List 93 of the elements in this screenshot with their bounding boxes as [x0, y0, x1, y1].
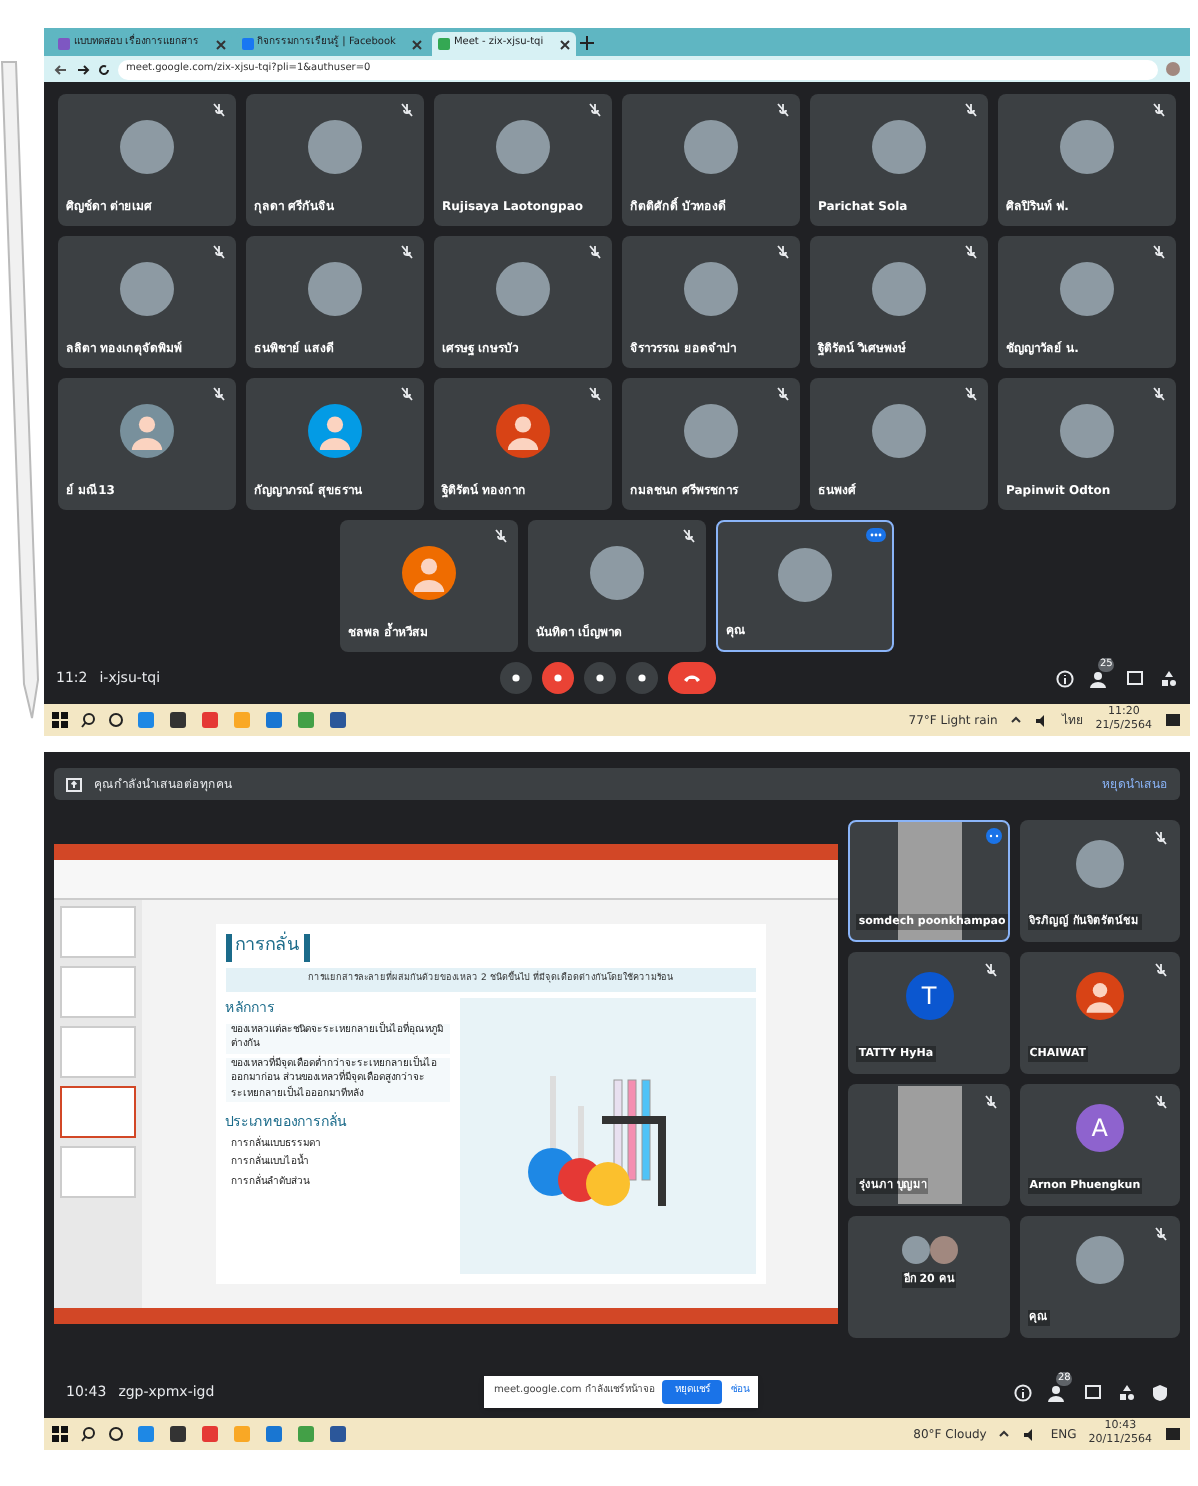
- windows-logo-icon[interactable]: [52, 1426, 68, 1442]
- slide-thumbnail[interactable]: [60, 906, 136, 958]
- profile-photo-placeholder: [120, 262, 174, 316]
- search-icon[interactable]: [80, 1426, 96, 1442]
- muted-mic-icon: [964, 244, 978, 260]
- profile-photo-placeholder: [872, 120, 926, 174]
- shapes-icon[interactable]: [1118, 1383, 1136, 1401]
- muted-mic-icon: [400, 102, 414, 118]
- muted-mic-icon: [494, 528, 508, 544]
- muted-mic-icon: [964, 386, 978, 402]
- profile-photo-placeholder: [872, 404, 926, 458]
- muted-mic-icon: [1154, 1226, 1168, 1242]
- phone-icon: [682, 672, 703, 684]
- back-arrow-icon[interactable]: [54, 63, 68, 75]
- notification-icon[interactable]: [1164, 711, 1182, 729]
- muted-mic-icon: [964, 102, 978, 118]
- notification-icon[interactable]: [1164, 1425, 1182, 1443]
- present-button[interactable]: [584, 662, 617, 694]
- profile-photo-placeholder: [872, 262, 926, 316]
- profile-photo-placeholder: [1060, 262, 1114, 316]
- muted-mic-icon: [212, 244, 226, 260]
- profile-photo-placeholder: [496, 120, 550, 174]
- tab-favicon: [58, 38, 70, 50]
- slide-thumbnail[interactable]: [60, 1146, 136, 1198]
- profile-photo-placeholder: [901, 1236, 930, 1264]
- profile-photo-placeholder: [308, 120, 362, 174]
- leave-call-button[interactable]: [668, 662, 717, 694]
- profile-photo-placeholder: [1075, 1236, 1124, 1284]
- people-icon[interactable]: [1048, 1383, 1068, 1401]
- muted-mic-icon: [776, 102, 790, 118]
- muted-mic-icon: [1154, 1094, 1168, 1110]
- muted-mic-icon: [212, 386, 226, 402]
- profile-photo-placeholder: [684, 120, 738, 174]
- caret-up-icon[interactable]: [998, 1428, 1011, 1440]
- muted-mic-icon: [588, 102, 602, 118]
- profile-avatar-icon[interactable]: [1166, 62, 1180, 76]
- forward-arrow-icon[interactable]: [76, 63, 90, 75]
- muted-mic-icon: [682, 528, 696, 544]
- profile-photo-placeholder: [1060, 404, 1114, 458]
- profile-photo-placeholder: [778, 548, 832, 602]
- plus-icon[interactable]: [579, 36, 594, 50]
- chat-icon[interactable]: [1126, 669, 1144, 687]
- muted-mic-icon: [1152, 386, 1166, 402]
- slide-thumbnail[interactable]: [60, 1086, 136, 1138]
- muted-mic-icon: [1154, 830, 1168, 846]
- circle-icon[interactable]: [108, 1426, 124, 1442]
- muted-mic-icon: [776, 244, 790, 260]
- tab-favicon: [437, 38, 450, 50]
- info-icon[interactable]: [1056, 669, 1074, 687]
- slide-title: การกลั่น: [225, 934, 310, 961]
- close-icon[interactable]: [411, 39, 422, 49]
- muted-mic-icon: [1152, 102, 1166, 118]
- shield-icon[interactable]: [1152, 1383, 1168, 1401]
- more-options-button[interactable]: [626, 662, 659, 694]
- muted-mic-icon: [400, 244, 414, 260]
- people-icon[interactable]: [1090, 669, 1110, 687]
- chat-icon[interactable]: [1084, 1383, 1102, 1401]
- profile-photo-placeholder: [308, 262, 362, 316]
- speaker-icon[interactable]: [1033, 713, 1050, 727]
- tab-favicon: [241, 38, 254, 50]
- windows-logo-icon[interactable]: [52, 712, 68, 728]
- mic-button[interactable]: [500, 662, 533, 694]
- info-icon[interactable]: [1014, 1383, 1032, 1401]
- reload-icon[interactable]: [98, 63, 110, 75]
- muted-mic-icon: [1152, 244, 1166, 260]
- muted-mic-icon: [983, 962, 998, 978]
- muted-mic-icon: [1154, 962, 1168, 978]
- slide-thumbnail[interactable]: [60, 1026, 136, 1078]
- letter-avatar: T: [905, 972, 954, 1020]
- muted-mic-icon: [212, 102, 226, 118]
- profile-photo-placeholder: [496, 262, 550, 316]
- caret-up-icon[interactable]: [1009, 714, 1022, 726]
- profile-photo-placeholder: [929, 1236, 958, 1264]
- profile-photo-placeholder: [684, 404, 738, 458]
- circle-icon[interactable]: [108, 712, 124, 728]
- close-icon[interactable]: [215, 39, 226, 49]
- profile-photo-placeholder: [1075, 840, 1124, 888]
- camera-off-button[interactable]: [542, 662, 575, 694]
- shapes-icon[interactable]: [1160, 669, 1178, 687]
- video-placeholder: [897, 1086, 962, 1204]
- profile-photo-placeholder: [120, 120, 174, 174]
- profile-photo-placeholder: [590, 546, 644, 600]
- profile-photo-placeholder: [684, 262, 738, 316]
- search-icon[interactable]: [80, 712, 96, 728]
- close-icon[interactable]: [559, 39, 570, 49]
- muted-mic-icon: [588, 386, 602, 402]
- profile-photo-placeholder: [1060, 120, 1114, 174]
- muted-mic-icon: [776, 386, 790, 402]
- muted-mic-icon: [983, 1094, 998, 1110]
- slide-thumbnail[interactable]: [60, 966, 136, 1018]
- letter-avatar: A: [1075, 1104, 1124, 1152]
- muted-mic-icon: [400, 386, 414, 402]
- muted-mic-icon: [588, 244, 602, 260]
